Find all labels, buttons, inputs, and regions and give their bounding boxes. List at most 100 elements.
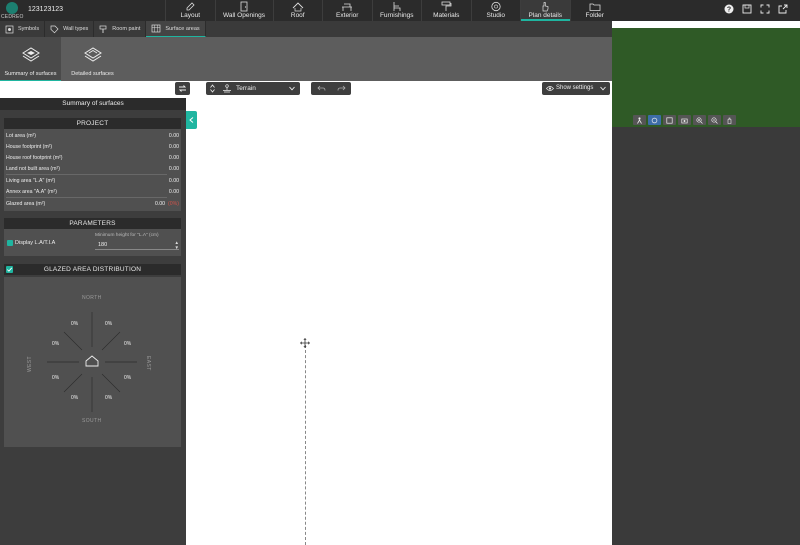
row-value: 0.00 (154, 200, 166, 207)
swap-view-button[interactable] (175, 82, 190, 95)
export-button[interactable] (776, 2, 790, 16)
tab-wall-types[interactable]: Wall types (45, 21, 95, 37)
undo-icon[interactable] (317, 85, 326, 92)
ssw-percentage: 0% (71, 395, 79, 401)
south-label: SOUTH (82, 418, 102, 424)
svg-text:?: ? (727, 6, 731, 13)
save-button[interactable] (740, 2, 754, 16)
nav-wall-openings[interactable]: Wall Openings (214, 0, 273, 21)
nav-materials[interactable]: Materials (421, 0, 471, 21)
main-nav: Layout Wall Openings Roof Exterior Furni… (165, 0, 619, 21)
nav-studio[interactable]: Studio (470, 0, 521, 21)
glazed-distribution-checkbox[interactable] (6, 266, 13, 273)
row-label: Land not built area (m²) (6, 165, 60, 172)
row-value: 0.00 (168, 165, 179, 172)
camera-icon (681, 118, 688, 123)
min-height-input[interactable]: 180 ▲ ▼ (95, 240, 179, 250)
tab-symbols[interactable]: Symbols (0, 21, 46, 37)
rotate-icon (651, 117, 658, 123)
nav-label: Wall Openings (222, 12, 266, 19)
wnw-percentage: 0% (52, 341, 60, 347)
row-value: 0.00 (168, 132, 179, 139)
parameters-section: Display L.A/T.I.A Minimum height for "L.… (4, 229, 181, 256)
level-selector[interactable]: Terrain (206, 82, 300, 95)
tab-label: Wall types (63, 26, 89, 32)
zoom-in-button[interactable] (693, 115, 706, 125)
glazed-distribution-title: GLAZED AREA DISTRIBUTION (43, 266, 142, 273)
3d-view-sky (612, 21, 800, 28)
app-logo[interactable]: CEDREO (1, 0, 23, 21)
swap-icon (178, 85, 187, 92)
display-lati-checkbox[interactable] (7, 240, 13, 246)
paint-icon (99, 25, 107, 33)
zoom-out-button[interactable] (708, 115, 721, 125)
nav-roof[interactable]: Roof (272, 0, 323, 21)
plan-canvas[interactable] (186, 96, 612, 545)
glazed-percentage: (0%) (168, 200, 179, 207)
chevron-down-icon (289, 86, 295, 91)
sub-tabs-background (238, 21, 613, 37)
west-label: WEST (27, 356, 33, 373)
hand-icon (727, 117, 732, 124)
nav-plan-details[interactable]: Plan details (520, 0, 570, 21)
chair-icon (393, 2, 401, 11)
collapse-panel-button[interactable] (186, 111, 197, 129)
ribbon-label: Detailed surfaces (71, 71, 114, 77)
hand-pointer-icon (542, 2, 549, 12)
detailed-surfaces-button[interactable]: Detailed surfaces (62, 37, 123, 81)
terrain-icon (223, 84, 231, 93)
views-icon (666, 116, 673, 124)
orbit-mode-button[interactable] (648, 115, 661, 125)
3d-view[interactable] (612, 21, 800, 127)
pan-button[interactable] (723, 115, 736, 125)
nav-label: Folder (585, 12, 604, 19)
min-height-stepper[interactable]: ▲ ▼ (175, 240, 179, 250)
min-height-value: 180 (98, 242, 108, 248)
walk-mode-button[interactable] (633, 115, 646, 125)
house-icon (85, 355, 99, 367)
nav-folder[interactable]: Folder (569, 0, 620, 21)
ribbon: Summary of surfaces Detailed surfaces (0, 37, 612, 81)
north-label: NORTH (82, 295, 102, 301)
tab-room-paint[interactable]: Room paint (94, 21, 147, 37)
row-label: Living area "L.A" (m²) (6, 177, 56, 184)
nav-furnishings[interactable]: Furnishings (371, 0, 422, 21)
nav-label: Studio (486, 12, 505, 19)
ribbon-label: Summary of surfaces (4, 71, 57, 77)
fullscreen-button[interactable] (758, 2, 772, 16)
aperture-icon (491, 1, 501, 12)
redo-icon[interactable] (337, 85, 346, 92)
row-label: Lot area (m²) (6, 132, 36, 139)
paint-roller-icon (441, 1, 452, 11)
camera-button[interactable] (678, 115, 691, 125)
show-settings-button[interactable]: Show settings (542, 82, 610, 95)
view-picker-button[interactable] (663, 115, 676, 125)
pencil-icon (186, 2, 195, 11)
project-row: House roof footprint (m²) 0.00 (6, 152, 179, 163)
project-section-header: PROJECT (4, 118, 181, 129)
surfaces-panel: Summary of surfaces PROJECT Lot area (m²… (0, 98, 186, 545)
tab-surface-areas[interactable]: Surface areas (146, 21, 206, 37)
summary-of-surfaces-button[interactable]: Summary of surfaces (0, 37, 61, 81)
project-name[interactable]: 123123123 (28, 6, 63, 13)
level-selector-label: Terrain (236, 85, 256, 92)
move-cursor-icon[interactable] (300, 338, 310, 348)
nav-label: Roof (290, 12, 305, 19)
row-value: 0.00 (168, 177, 179, 184)
sub-tabs: Symbols Wall types Room paint Surface ar… (0, 21, 238, 37)
display-lati-label: Display L.A/T.I.A (15, 240, 56, 246)
glazed-distribution-header: GLAZED AREA DISTRIBUTION (4, 264, 181, 275)
symbol-icon (5, 25, 14, 33)
help-button[interactable]: ? (722, 2, 736, 16)
project-row: Lot area (m²) 0.00 (6, 130, 179, 141)
top-right-actions: ? (722, 2, 790, 16)
min-height-caption: Minimum height for "L.A" (cm) (95, 233, 159, 238)
tag-icon (50, 25, 59, 33)
nav-layout[interactable]: Layout (165, 0, 215, 21)
undo-redo-group (311, 82, 351, 95)
level-stepper-icon[interactable] (210, 84, 215, 93)
right-panel-background (612, 127, 800, 545)
nav-exterior[interactable]: Exterior (322, 0, 372, 21)
fullscreen-icon (760, 4, 770, 14)
tab-label: Surface areas (165, 25, 200, 32)
